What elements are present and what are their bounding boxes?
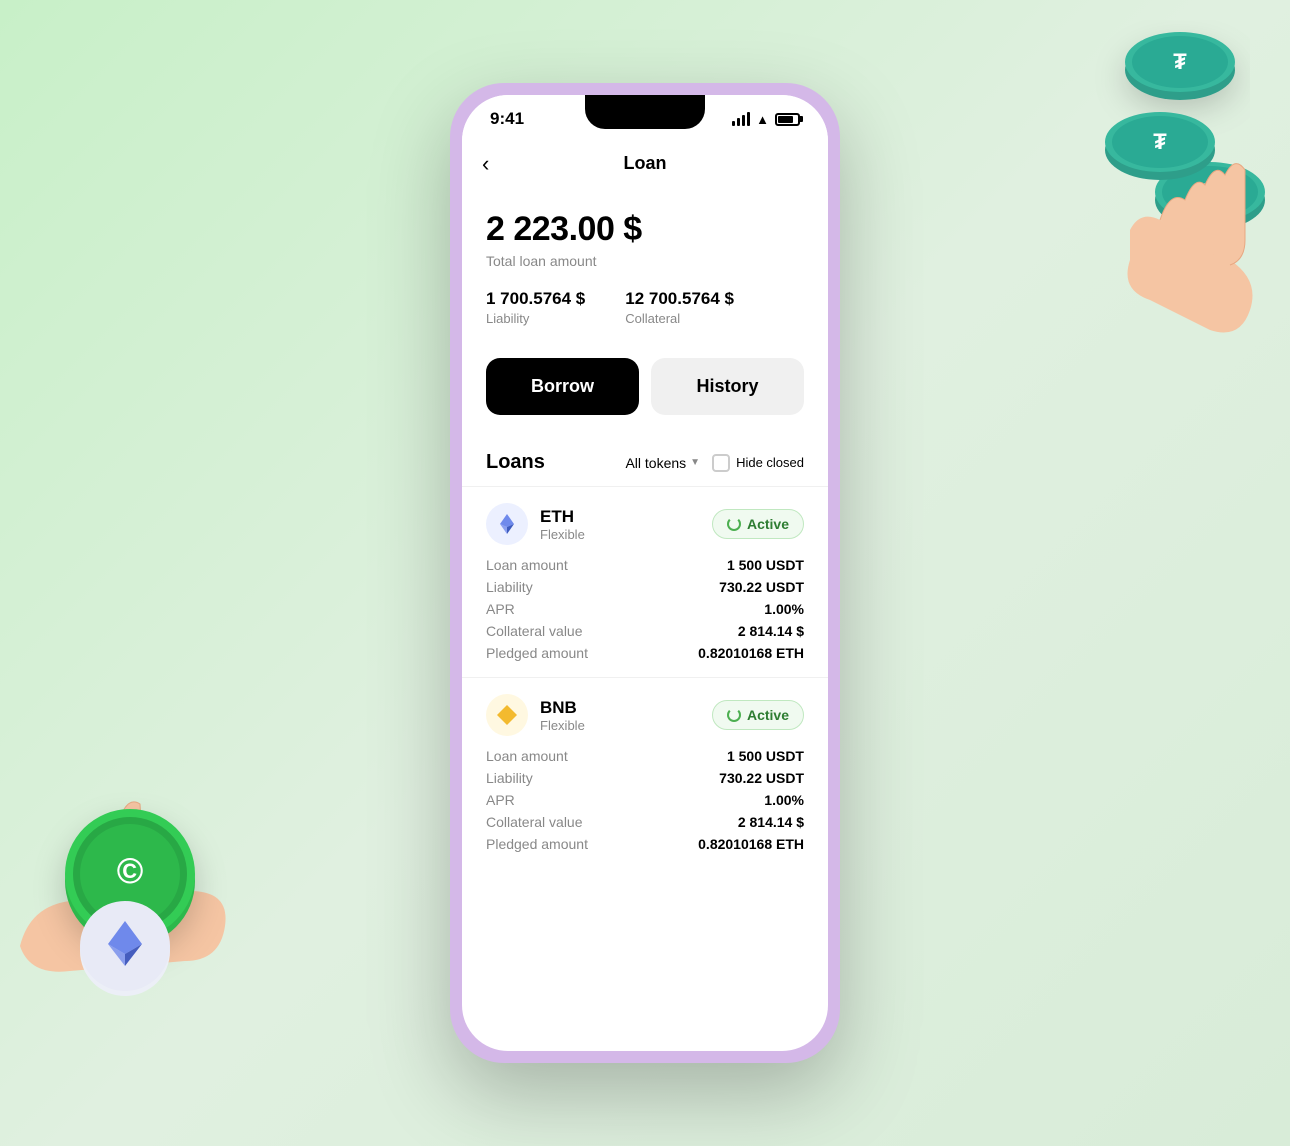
detail-row: APR 1.00%	[486, 792, 804, 808]
loan-header-row: ETH Flexible Active	[486, 503, 804, 545]
loans-header: Loans All tokens ▼ Hide closed	[462, 431, 828, 486]
screen-content: ‹ Loan 2 223.00 $ Total loan amount 1 70…	[462, 137, 828, 1043]
detail-label: Pledged amount	[486, 645, 588, 661]
deco-tether-coins: ₮ ₮	[1070, 20, 1250, 220]
loan-item[interactable]: BNB Flexible Active Loan amount 1 500 US…	[462, 677, 828, 868]
filter-row: All tokens ▼ Hide closed	[625, 454, 804, 472]
scene: ₮ ₮ ₮ ©	[0, 0, 1290, 1146]
svg-text:₮: ₮	[1203, 179, 1217, 204]
detail-value: 730.22 USDT	[719, 770, 804, 786]
detail-value: 2 814.14 $	[738, 814, 804, 830]
spinner-icon	[727, 517, 741, 531]
detail-row: APR 1.00%	[486, 601, 804, 617]
stats-row: 1 700.5764 $ Liability 12 700.5764 $ Col…	[486, 289, 804, 326]
status-badge: Active	[712, 700, 804, 730]
total-amount: 2 223.00 $	[486, 210, 804, 249]
back-button[interactable]: ‹	[482, 151, 489, 177]
detail-value: 1 500 USDT	[727, 557, 804, 573]
detail-label: Loan amount	[486, 748, 568, 764]
hide-closed-checkbox[interactable]	[712, 454, 730, 472]
liability-stat: 1 700.5764 $ Liability	[486, 289, 585, 326]
collateral-label: Collateral	[625, 311, 734, 326]
hide-closed-toggle[interactable]: Hide closed	[712, 454, 804, 472]
coin-info: ETH Flexible	[486, 503, 585, 545]
deco-green-coin: ©	[30, 786, 190, 946]
detail-label: Pledged amount	[486, 836, 588, 852]
coin-name: BNB	[540, 698, 585, 718]
bnb-icon	[486, 694, 528, 736]
detail-value: 1.00%	[764, 792, 804, 808]
page-header: ‹ Loan	[462, 137, 828, 190]
coin-name: ETH	[540, 507, 585, 527]
battery-icon	[775, 113, 800, 126]
detail-label: APR	[486, 601, 515, 617]
detail-row: Liability 730.22 USDT	[486, 579, 804, 595]
status-badge: Active	[712, 509, 804, 539]
detail-value: 0.82010168 ETH	[698, 645, 804, 661]
phone-screen: 9:41 ▲ ‹ Loan	[462, 95, 828, 1051]
coin-info: BNB Flexible	[486, 694, 585, 736]
phone-notch	[585, 95, 705, 129]
collateral-stat: 12 700.5764 $ Collateral	[625, 289, 734, 326]
detail-row: Loan amount 1 500 USDT	[486, 557, 804, 573]
signal-icon	[732, 112, 750, 126]
coin-details: ETH Flexible	[540, 507, 585, 542]
detail-label: Loan amount	[486, 557, 568, 573]
amount-section: 2 223.00 $ Total loan amount 1 700.5764 …	[462, 190, 828, 342]
loan-details: Loan amount 1 500 USDT Liability 730.22 …	[486, 557, 804, 661]
svg-text:₮: ₮	[1173, 49, 1187, 74]
deco-hand-right: ₮	[1050, 80, 1290, 380]
detail-row: Pledged amount 0.82010168 ETH	[486, 836, 804, 852]
borrow-tab[interactable]: Borrow	[486, 358, 639, 415]
detail-value: 2 814.14 $	[738, 623, 804, 639]
loan-header-row: BNB Flexible Active	[486, 694, 804, 736]
collateral-value: 12 700.5764 $	[625, 289, 734, 309]
detail-row: Collateral value 2 814.14 $	[486, 623, 804, 639]
detail-label: Liability	[486, 579, 533, 595]
loan-list: ETH Flexible Active Loan amount 1 500 US…	[462, 486, 828, 868]
token-filter-dropdown[interactable]: All tokens ▼	[625, 455, 700, 471]
detail-label: APR	[486, 792, 515, 808]
detail-row: Pledged amount 0.82010168 ETH	[486, 645, 804, 661]
loans-title: Loans	[486, 451, 545, 474]
detail-label: Collateral value	[486, 814, 583, 830]
status-time: 9:41	[490, 109, 524, 129]
detail-value: 1.00%	[764, 601, 804, 617]
coin-type: Flexible	[540, 527, 585, 542]
detail-value: 730.22 USDT	[719, 579, 804, 595]
detail-row: Collateral value 2 814.14 $	[486, 814, 804, 830]
eth-icon	[486, 503, 528, 545]
svg-text:₮: ₮	[1153, 129, 1167, 154]
wifi-icon: ▲	[756, 112, 769, 127]
liability-label: Liability	[486, 311, 585, 326]
detail-row: Liability 730.22 USDT	[486, 770, 804, 786]
status-text: Active	[747, 707, 789, 723]
loan-details: Loan amount 1 500 USDT Liability 730.22 …	[486, 748, 804, 852]
detail-value: 1 500 USDT	[727, 748, 804, 764]
history-tab[interactable]: History	[651, 358, 804, 415]
filter-label: All tokens	[625, 455, 686, 471]
deco-hand-left	[0, 746, 270, 1046]
hide-closed-label: Hide closed	[736, 455, 804, 470]
coin-details: BNB Flexible	[540, 698, 585, 733]
status-text: Active	[747, 516, 789, 532]
detail-label: Collateral value	[486, 623, 583, 639]
liability-value: 1 700.5764 $	[486, 289, 585, 309]
page-title: Loan	[624, 153, 667, 174]
detail-value: 0.82010168 ETH	[698, 836, 804, 852]
phone-shell: 9:41 ▲ ‹ Loan	[450, 83, 840, 1063]
battery-fill	[778, 116, 793, 123]
loan-item[interactable]: ETH Flexible Active Loan amount 1 500 US…	[462, 486, 828, 677]
status-icons: ▲	[732, 112, 800, 127]
dropdown-arrow-icon: ▼	[690, 457, 700, 468]
total-label: Total loan amount	[486, 253, 804, 269]
detail-row: Loan amount 1 500 USDT	[486, 748, 804, 764]
detail-label: Liability	[486, 770, 533, 786]
spinner-icon	[727, 708, 741, 722]
svg-text:©: ©	[117, 850, 144, 891]
tab-section: Borrow History	[462, 342, 828, 431]
coin-type: Flexible	[540, 718, 585, 733]
